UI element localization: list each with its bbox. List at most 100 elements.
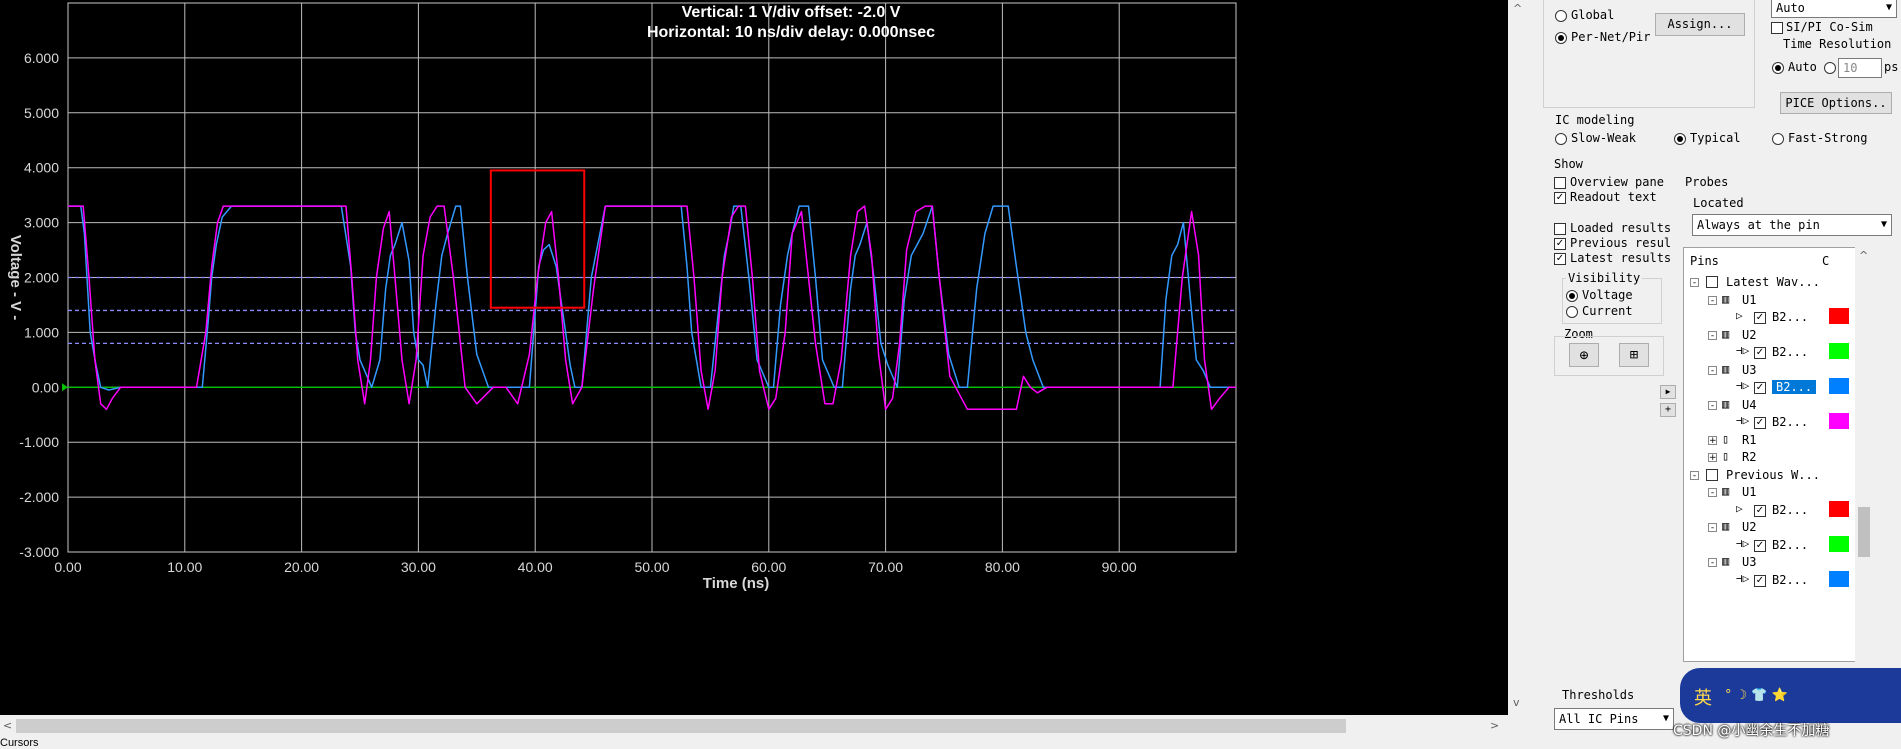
latest-checkbox[interactable]: ✓ [1554, 253, 1566, 265]
auto-select[interactable]: Auto ▼ [1771, 0, 1897, 18]
y-tick-label: 3.000 [24, 215, 59, 231]
time-resolution-input[interactable]: 10 [1838, 58, 1882, 78]
color-swatch[interactable] [1829, 308, 1849, 324]
x-tick-label: 10.00 [167, 559, 202, 575]
spice-options-button[interactable]: PICE Options.. [1780, 92, 1892, 114]
expand-icon[interactable]: + [1708, 435, 1717, 445]
plot-horizontal-scrollbar[interactable]: < > [0, 715, 1508, 737]
y-tick-label: -1.000 [19, 434, 59, 450]
zoom-in-icon[interactable]: ⊕ [1569, 343, 1599, 367]
located-value: Always at the pin [1697, 218, 1820, 232]
expand-right-icon[interactable]: ▶ [1660, 385, 1676, 399]
x-tick-label: 70.00 [868, 559, 903, 575]
tree-group-checkbox[interactable] [1706, 276, 1718, 288]
fast-strong-radio[interactable] [1772, 133, 1784, 145]
chip-icon: ▥ [1722, 396, 1730, 411]
collapse-icon[interactable]: - [1690, 470, 1699, 480]
expand-icon[interactable]: + [1708, 453, 1717, 463]
thresholds-select[interactable]: All IC Pins ▼ [1554, 708, 1674, 730]
color-swatch[interactable] [1829, 413, 1849, 429]
color-swatch[interactable] [1829, 570, 1849, 587]
tree-row[interactable]: ⊣▷ ✓ B2... [1684, 570, 1855, 591]
pins-tree[interactable]: Pins C - Latest Wav... - ▥ U1 ▷ ✓ B2... - ▥ U2 ⊣▷ ✓ B… [1683, 247, 1856, 662]
pin-checkbox[interactable]: ✓ [1754, 382, 1766, 394]
assign-button[interactable]: Assign... [1655, 13, 1745, 36]
zoom-fit-icon[interactable]: ⊞ [1619, 343, 1649, 367]
pin-checkbox[interactable]: ✓ [1754, 574, 1766, 587]
receiver-pin-icon: ⊣▷ [1736, 344, 1750, 357]
slow-weak-radio[interactable] [1555, 133, 1567, 145]
sipi-label: SI/PI Co-Sim [1786, 20, 1873, 34]
control-panel: Global Per-Net/Pir Assign... Auto ▼ SI/PI… [1528, 0, 1901, 749]
sipi-checkbox[interactable] [1771, 22, 1783, 34]
collapse-icon[interactable]: - [1708, 330, 1717, 340]
chevron-down-icon: ▼ [1885, 2, 1892, 13]
color-swatch[interactable] [1829, 378, 1849, 394]
tree-label: Latest Wav... [1726, 275, 1820, 289]
scroll-left-icon[interactable]: < [3, 719, 12, 732]
slow-weak-label: Slow-Weak [1571, 131, 1637, 145]
color-swatch[interactable] [1829, 343, 1849, 359]
voltage-label: Voltage [1582, 288, 1633, 302]
pin-checkbox[interactable]: ✓ [1754, 417, 1766, 429]
auto-select-value: Auto [1776, 1, 1805, 15]
receiver-pin-icon: ⊣▷ [1736, 536, 1750, 550]
pin-checkbox[interactable]: ✓ [1754, 347, 1766, 359]
y-tick-label: 5.000 [24, 105, 59, 121]
time-custom-radio[interactable] [1824, 62, 1836, 74]
pin-checkbox[interactable]: ✓ [1754, 539, 1766, 552]
readout-checkbox[interactable]: ✓ [1554, 192, 1566, 204]
probes-label: Probes [1685, 175, 1729, 189]
collapse-icon[interactable]: - [1708, 365, 1717, 375]
scroll-right-icon[interactable]: > [1490, 719, 1499, 732]
tree-scrollbar[interactable]: ^ [1855, 247, 1873, 662]
tree-label: U1 [1742, 292, 1757, 307]
loaded-checkbox[interactable] [1554, 223, 1566, 235]
driver-pin-icon: ▷ [1736, 501, 1743, 515]
chip-icon: ▥ [1722, 291, 1730, 306]
ime-language-icon[interactable]: 英 [1694, 684, 1712, 710]
cursors-label: Cursors [0, 737, 39, 749]
plot-vertical-scrollbar[interactable]: ^ v [1508, 0, 1528, 715]
global-radio[interactable] [1555, 10, 1567, 22]
tree-label: B2... [1772, 572, 1809, 587]
add-icon[interactable]: + [1660, 403, 1676, 417]
tree-scroll-thumb[interactable] [1858, 507, 1870, 557]
driver-pin-icon: ▷ [1736, 309, 1743, 322]
collapse-icon[interactable]: - [1708, 523, 1717, 533]
vertical-readout: Vertical: 1 V/div offset: -2.0 V [681, 4, 901, 21]
color-header: C [1822, 254, 1830, 268]
scroll-up-icon[interactable]: ^ [1513, 2, 1522, 15]
previous-checkbox[interactable]: ✓ [1554, 238, 1566, 250]
tree-scroll-up-icon[interactable]: ^ [1859, 249, 1868, 262]
scroll-down-icon[interactable]: v [1513, 696, 1520, 709]
overview-checkbox[interactable] [1554, 177, 1566, 189]
per-net-radio[interactable] [1555, 32, 1567, 44]
chip-icon: ▥ [1722, 326, 1730, 341]
time-auto-radio[interactable] [1772, 62, 1784, 74]
voltage-radio[interactable] [1566, 290, 1578, 302]
tree-label: B2... [1772, 345, 1809, 359]
color-swatch[interactable] [1829, 500, 1849, 517]
pin-checkbox[interactable]: ✓ [1754, 504, 1766, 517]
collapse-icon[interactable]: - [1708, 488, 1717, 498]
collapse-icon[interactable]: - [1708, 400, 1717, 410]
collapse-icon[interactable]: - [1708, 558, 1717, 568]
waveform-plot[interactable]: 6.000 5.000 4.000 3.000 2.000 1.000 0.00 -1.000… [0, 0, 1508, 715]
tree-label: U3 [1742, 362, 1757, 377]
tree-label: Previous W... [1726, 467, 1820, 482]
collapse-icon[interactable]: - [1708, 295, 1717, 305]
y-tick-label: 4.000 [24, 160, 59, 176]
tree-group-checkbox[interactable] [1706, 468, 1718, 481]
visibility-label: Visibility [1566, 271, 1643, 285]
current-radio[interactable] [1566, 306, 1578, 318]
chip-icon: ▥ [1722, 519, 1730, 533]
horizontal-scroll-thumb[interactable] [16, 719, 1346, 733]
x-tick-label: 60.00 [751, 559, 786, 575]
ime-toolbar[interactable]: 英 ° ☽ 👕 ⭐ [1680, 668, 1901, 723]
pin-checkbox[interactable]: ✓ [1754, 312, 1766, 324]
located-select[interactable]: Always at the pin ▼ [1692, 214, 1892, 236]
typical-radio[interactable] [1674, 133, 1686, 145]
collapse-icon[interactable]: - [1690, 278, 1699, 288]
color-swatch[interactable] [1829, 535, 1849, 552]
